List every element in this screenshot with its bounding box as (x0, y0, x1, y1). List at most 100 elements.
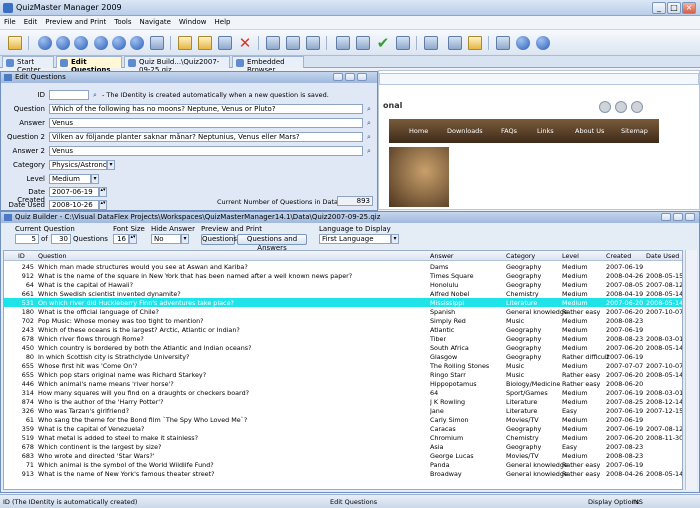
col-id[interactable]: ID (18, 252, 25, 260)
eq-close-button[interactable] (357, 73, 367, 81)
category-dropdown-icon[interactable]: ▾ (107, 160, 115, 170)
table-row[interactable]: 655 Whose first hit was 'Come On'? The Rol… (4, 361, 682, 370)
new-icon[interactable] (176, 34, 194, 52)
table-row[interactable]: 912 What is the name of the square in New… (4, 271, 682, 280)
table-row[interactable]: 446 Which animal's name means 'river hors… (4, 379, 682, 388)
tab-start-center[interactable]: Start Center (2, 56, 54, 74)
col-level[interactable]: Level (562, 252, 579, 260)
checkmark-icon[interactable]: ✔ (374, 34, 392, 52)
language-select[interactable]: First Language (319, 234, 391, 244)
qb-maximize-button[interactable] (673, 213, 683, 221)
language-dropdown-icon[interactable]: ▾ (391, 234, 399, 244)
col-date-used[interactable]: Date Used (646, 252, 679, 260)
col-category[interactable]: Category (506, 252, 535, 260)
nav-sitemap[interactable]: Sitemap (621, 127, 648, 135)
copy-icon[interactable] (284, 34, 302, 52)
browser-button-1[interactable] (599, 101, 611, 113)
print-icon[interactable] (422, 34, 440, 52)
menu-window[interactable]: Window (175, 16, 211, 28)
menu-file[interactable]: File (0, 16, 20, 28)
nav-downloads[interactable]: Downloads (447, 127, 483, 135)
paste-icon[interactable] (304, 34, 322, 52)
table-row[interactable]: 678 Which river flows through Rome? Tiber G… (4, 334, 682, 343)
hide-answer-dropdown-icon[interactable]: ▾ (181, 234, 189, 244)
next-record-icon[interactable] (72, 34, 90, 52)
table-row[interactable]: 80 In which Scottish city is Strathclyde … (4, 352, 682, 361)
id-lookup-icon[interactable]: ⌕ (91, 91, 99, 99)
question-lookup-icon[interactable]: ⌕ (365, 105, 373, 113)
grid-scrollbar[interactable] (685, 250, 697, 490)
delete-icon[interactable]: ✕ (236, 34, 254, 52)
grid-icon[interactable] (354, 34, 372, 52)
about-icon[interactable] (534, 34, 552, 52)
table-row[interactable]: 314 How many squares will you find on a d… (4, 388, 682, 397)
undo-icon[interactable] (394, 34, 412, 52)
level-select[interactable]: Medium (49, 174, 91, 184)
menu-tools[interactable]: Tools (110, 16, 135, 28)
report-icon[interactable] (494, 34, 512, 52)
font-size-spin-icon[interactable]: ▴▾ (129, 234, 137, 244)
table-row[interactable]: 61 Who sang the theme for the Bond film `… (4, 415, 682, 424)
list-icon[interactable] (334, 34, 352, 52)
minimize-button[interactable]: _ (652, 2, 666, 14)
table-row[interactable]: 678 Which continent is the largest by siz… (4, 442, 682, 451)
search-icon[interactable] (148, 34, 166, 52)
table-row[interactable]: 683 Who wrote and directed 'Star Wars?' Ge… (4, 451, 682, 460)
col-question[interactable]: Question (38, 252, 67, 260)
question-field[interactable]: Which of the following has no moons? Nep… (49, 104, 363, 114)
menu-edit[interactable]: Edit (20, 16, 42, 28)
database-icon[interactable] (446, 34, 464, 52)
table-row[interactable]: 326 Who was Tarzan's girlfriend? Jane Liter… (4, 406, 682, 415)
address-bar[interactable] (379, 73, 699, 85)
table-row[interactable]: 519 What metal is added to steel to make … (4, 433, 682, 442)
tools-icon[interactable] (466, 34, 484, 52)
tab-quiz-builder[interactable]: Quiz Build...\Quiz2007-09-25.qiz (124, 56, 230, 74)
answer2-field[interactable]: Venus (49, 146, 363, 156)
previous-record-icon[interactable] (54, 34, 72, 52)
last-record-icon[interactable] (128, 34, 146, 52)
save-icon[interactable] (216, 34, 234, 52)
answer-lookup-icon[interactable]: ⌕ (365, 119, 373, 127)
table-row[interactable]: 913 What is the name of New York's famous… (4, 469, 682, 478)
nav-home[interactable]: Home (409, 127, 428, 135)
maximize-button[interactable]: □ (667, 2, 681, 14)
category-select[interactable]: Physics/Astronomy (49, 160, 107, 170)
id-field[interactable] (49, 90, 89, 100)
forward-icon[interactable] (110, 34, 128, 52)
eq-maximize-button[interactable] (345, 73, 355, 81)
nav-faqs[interactable]: FAQs (501, 127, 517, 135)
date-created-field[interactable]: 2007-06-19 (49, 187, 99, 197)
col-created[interactable]: Created (606, 252, 631, 260)
table-row[interactable]: 531 On which river did Huckleberry Finn's… (4, 298, 682, 307)
question2-lookup-icon[interactable]: ⌕ (365, 133, 373, 141)
browser-button-3[interactable] (631, 101, 643, 113)
first-record-icon[interactable] (36, 34, 54, 52)
menu-navigate[interactable]: Navigate (136, 16, 175, 28)
table-row[interactable]: 450 Which country is bordered by both the… (4, 343, 682, 352)
qb-minimize-button[interactable] (661, 213, 671, 221)
nav-about-us[interactable]: About Us (575, 127, 604, 135)
date-used-spin-icon[interactable]: ▴▾ (99, 200, 107, 210)
tab-embedded-browser[interactable]: Embedded Browser (232, 56, 304, 74)
menu-help[interactable]: Help (211, 16, 235, 28)
menu-preview-print[interactable]: Preview and Print (41, 16, 110, 28)
font-size-field[interactable]: 16 (113, 234, 129, 244)
nav-links[interactable]: Links (537, 127, 554, 135)
table-row[interactable]: 359 What is the capital of Venezuela? Cara… (4, 424, 682, 433)
table-row[interactable]: 180 What is the official language of Chil… (4, 307, 682, 316)
open-icon[interactable] (196, 34, 214, 52)
table-row[interactable]: 243 Which of these oceans is the largest?… (4, 325, 682, 334)
date-used-field[interactable]: 2008-10-26 (49, 200, 99, 210)
edit-icon[interactable] (6, 34, 24, 52)
current-question-field[interactable]: 5 (15, 234, 39, 244)
answer-field[interactable]: Venus (49, 118, 363, 128)
cut-icon[interactable] (264, 34, 282, 52)
date-created-spin-icon[interactable]: ▴▾ (99, 187, 107, 197)
table-row[interactable]: 245 Which man made structures would you s… (4, 262, 682, 271)
table-row[interactable]: 874 Who is the author of the 'Harry Potte… (4, 397, 682, 406)
eq-minimize-button[interactable] (333, 73, 343, 81)
hide-answer-select[interactable]: No (151, 234, 181, 244)
table-row[interactable]: 702 Pop Music: Whose money was too tight … (4, 316, 682, 325)
browser-button-2[interactable] (615, 101, 627, 113)
help-icon[interactable] (514, 34, 532, 52)
